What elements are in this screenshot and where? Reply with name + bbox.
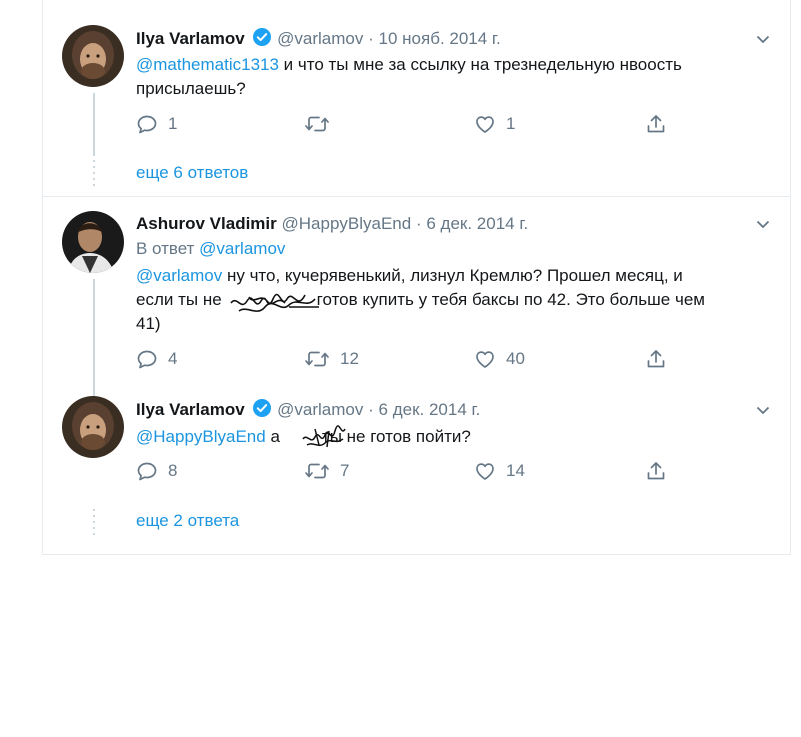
reply-count: 1 bbox=[168, 114, 178, 133]
retweet-icon bbox=[304, 113, 330, 135]
thread-line bbox=[93, 93, 95, 156]
mention-link[interactable]: @HappyBlyaEnd bbox=[136, 427, 266, 446]
tweet-date[interactable]: 6 дек. 2014 г. bbox=[379, 400, 481, 419]
tweet[interactable]: Ilya Varlamov @varlamov · 10 нояб. 2014 … bbox=[43, 0, 790, 196]
verified-badge-icon bbox=[252, 398, 272, 424]
tweet-header: Ashurov Vladimir @HappyBlyaEnd · 6 дек. … bbox=[136, 213, 528, 235]
show-more-replies-link[interactable]: еще 6 ответов bbox=[136, 162, 248, 184]
share-icon bbox=[645, 113, 667, 135]
tweet-header: Ilya Varlamov @varlamov · 6 дек. 2014 г. bbox=[136, 398, 480, 424]
redaction-scribble bbox=[302, 425, 346, 448]
retweet-count: 12 bbox=[340, 349, 359, 368]
avatar[interactable] bbox=[62, 211, 124, 273]
tweet-date[interactable]: 10 нояб. 2014 г. bbox=[379, 29, 501, 48]
share-button[interactable] bbox=[645, 460, 667, 482]
like-icon bbox=[474, 113, 496, 135]
like-button[interactable]: 14 bbox=[474, 460, 525, 482]
tweet[interactable]: Ilya Varlamov @varlamov · 6 дек. 2014 г.… bbox=[43, 383, 790, 555]
mention-link[interactable]: @varlamov bbox=[136, 266, 222, 285]
reply-icon bbox=[136, 348, 158, 370]
avatar-image bbox=[62, 211, 124, 273]
like-count: 14 bbox=[506, 461, 525, 480]
share-icon bbox=[645, 348, 667, 370]
redaction-scribble bbox=[230, 293, 319, 312]
replying-to: В ответ @varlamov bbox=[136, 238, 285, 260]
reply-button[interactable]: 4 bbox=[136, 348, 177, 370]
author-name[interactable]: Ashurov Vladimir bbox=[136, 214, 277, 233]
tweet-text-part: 41) bbox=[136, 314, 161, 333]
replying-to-label: В ответ bbox=[136, 239, 200, 258]
retweet-icon bbox=[304, 348, 330, 370]
separator-dot: · bbox=[368, 29, 374, 48]
conversation-timeline: Ilya Varlamov @varlamov · 10 нояб. 2014 … bbox=[42, 0, 791, 555]
reply-count: 8 bbox=[168, 461, 178, 480]
tweet-text: @HappyBlyaEnd а ты не готов пойти? bbox=[136, 425, 756, 449]
avatar-image bbox=[62, 396, 124, 458]
chevron-down-icon[interactable] bbox=[756, 217, 770, 231]
like-icon bbox=[474, 460, 496, 482]
tweet-text-part: и что ты мне за ссылку на трезнедельную … bbox=[278, 55, 682, 74]
tweet-text: @mathematic1313 и что ты мне за ссылку н… bbox=[136, 53, 756, 101]
avatar-image bbox=[62, 25, 124, 87]
tweet-text-part: присылаешь? bbox=[136, 79, 246, 98]
retweet-count: 7 bbox=[340, 461, 350, 480]
author-name[interactable]: Ilya Varlamov bbox=[136, 29, 245, 48]
author-name[interactable]: Ilya Varlamov bbox=[136, 400, 245, 419]
separator-dot: · bbox=[368, 400, 374, 419]
share-icon bbox=[645, 460, 667, 482]
verified-badge-icon bbox=[252, 27, 272, 53]
retweet-button[interactable]: 12 bbox=[304, 348, 359, 370]
tweet-actions: 1 1 bbox=[136, 113, 696, 137]
author-handle[interactable]: @varlamov bbox=[277, 29, 363, 48]
thread-dots bbox=[93, 160, 95, 188]
chevron-down-icon[interactable] bbox=[756, 403, 770, 417]
author-handle[interactable]: @HappyBlyaEnd bbox=[282, 214, 412, 233]
like-icon bbox=[474, 348, 496, 370]
retweet-icon bbox=[304, 460, 330, 482]
tweet[interactable]: Ashurov Vladimir @HappyBlyaEnd · 6 дек. … bbox=[43, 197, 790, 403]
retweet-button[interactable] bbox=[304, 113, 340, 135]
reply-button[interactable]: 1 bbox=[136, 113, 177, 135]
share-button[interactable] bbox=[645, 348, 667, 370]
chevron-down-icon[interactable] bbox=[756, 32, 770, 46]
tweet-date[interactable]: 6 дек. 2014 г. bbox=[426, 214, 528, 233]
tweet-text-part: ну что, кучерявенький, лизнул Кремлю? Пр… bbox=[222, 266, 683, 285]
tweet-text-part: если ты не bbox=[136, 290, 222, 309]
like-button[interactable]: 1 bbox=[474, 113, 515, 135]
reply-count: 4 bbox=[168, 349, 178, 368]
mention-link[interactable]: @mathematic1313 bbox=[136, 55, 279, 74]
avatar[interactable] bbox=[62, 396, 124, 458]
replying-to-handle[interactable]: @varlamov bbox=[199, 239, 285, 258]
like-count: 1 bbox=[506, 114, 516, 133]
share-button[interactable] bbox=[645, 113, 667, 135]
reply-icon bbox=[136, 460, 158, 482]
show-more-replies-link[interactable]: еще 2 ответа bbox=[136, 510, 239, 532]
tweet-actions: 8 7 14 bbox=[136, 460, 696, 484]
author-handle[interactable]: @varlamov bbox=[277, 400, 363, 419]
tweet-header: Ilya Varlamov @varlamov · 10 нояб. 2014 … bbox=[136, 27, 501, 53]
thread-dots bbox=[93, 509, 95, 537]
tweet-text-part: готов купить у тебя баксы по 42. Это бол… bbox=[316, 290, 705, 309]
retweet-button[interactable]: 7 bbox=[304, 460, 349, 482]
separator-dot: · bbox=[415, 214, 422, 233]
reply-icon bbox=[136, 113, 158, 135]
reply-button[interactable]: 8 bbox=[136, 460, 177, 482]
like-count: 40 bbox=[506, 349, 525, 368]
tweet-actions: 4 12 40 bbox=[136, 348, 696, 372]
tweet-text-part: а bbox=[265, 427, 280, 446]
like-button[interactable]: 40 bbox=[474, 348, 525, 370]
avatar[interactable] bbox=[62, 25, 124, 87]
